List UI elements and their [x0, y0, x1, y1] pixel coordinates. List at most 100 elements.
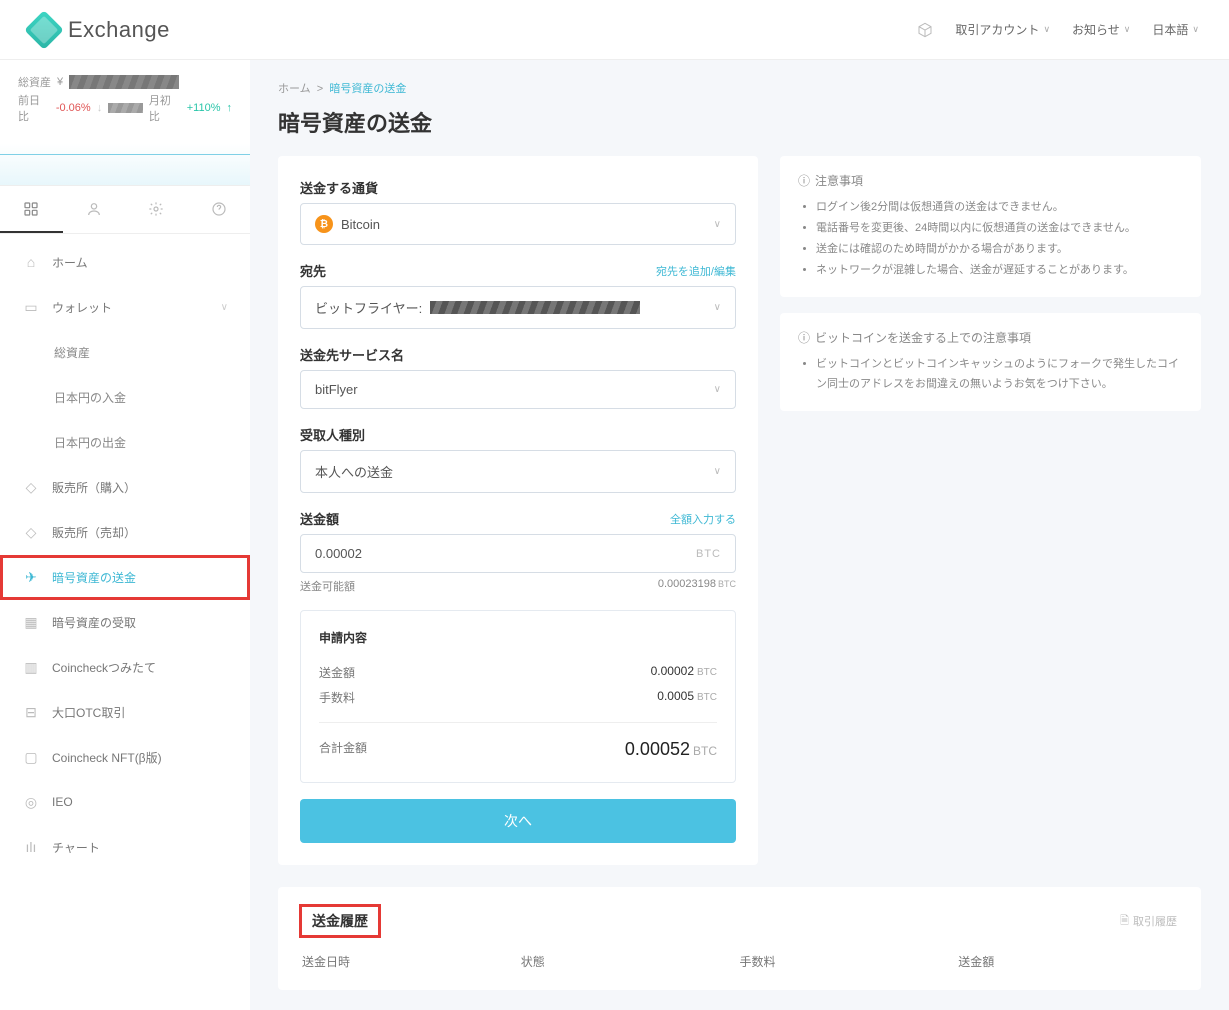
col-amount: 送金額 [958, 953, 1177, 970]
brand-name: Exchange [68, 17, 170, 43]
chevron-down-icon: ∨ [714, 219, 721, 230]
topbar-menu: 取引アカウント∨ お知らせ∨ 日本語∨ [917, 21, 1199, 38]
breadcrumb: ホーム > 暗号資産の送金 [278, 80, 1201, 96]
account-menu[interactable]: 取引アカウント∨ [955, 21, 1050, 38]
sidebar-tabs [0, 186, 250, 234]
chevron-down-icon: ∨ [714, 384, 721, 395]
balance-summary: 総資産 ¥ 前日比 -0.06% ↓ 月初比 +110% ↑ [0, 60, 250, 124]
service-select[interactable]: bitFlyer ∨ [300, 370, 736, 409]
chevron-down-icon: ∨ [1192, 24, 1199, 35]
nav-wallet[interactable]: ▭ウォレット∨ [0, 285, 250, 330]
service-value: bitFlyer [315, 382, 358, 397]
nav-buy[interactable]: ◇販売所（購入） [0, 465, 250, 510]
page-title: 暗号資産の送金 [278, 106, 1201, 138]
nav-wallet-deposit[interactable]: 日本円の入金 [0, 375, 250, 420]
summary-box: 申請内容 送金額 0.00002BTC 手数料 0.0005BTC 合計金額 0… [300, 610, 736, 783]
chevron-down-icon: ∨ [1124, 24, 1131, 35]
currency-label: 送金する通貨 [300, 178, 378, 197]
dest-edit-link[interactable]: 宛先を追加/編集 [656, 263, 736, 279]
chevron-down-icon: ∨ [714, 302, 721, 313]
nav-wallet-total[interactable]: 総資産 [0, 330, 250, 375]
recipient-label: 受取人種別 [300, 425, 365, 444]
history-title: 送金履歴 [302, 907, 378, 935]
notice-bitcoin: ⓘビットコインを送金する上での注意事項 ビットコインとビットコインキャッシュのよ… [780, 313, 1201, 412]
available-label: 送金可能額 [300, 578, 355, 594]
history-columns: 送金日時 状態 手数料 送金額 [302, 953, 1177, 970]
nav-otc[interactable]: ⊟大口OTC取引 [0, 690, 250, 735]
amount-value: 0.00002 [315, 546, 362, 561]
nav-sell[interactable]: ◇販売所（売却） [0, 510, 250, 555]
logo[interactable]: Exchange [30, 16, 170, 44]
main-content: ホーム > 暗号資産の送金 暗号資産の送金 送金する通貨 ₿ Bitcoin ∨ [250, 60, 1229, 1010]
field-destination: 宛先 宛先を追加/編集 ビットフライヤー: ∨ [300, 261, 736, 329]
balance-value-redacted [69, 75, 179, 89]
sidebar: 総資産 ¥ 前日比 -0.06% ↓ 月初比 +110% ↑ ⌂ホーム ▭ウ [0, 60, 250, 1010]
field-recipient: 受取人種別 本人への送金 ∨ [300, 425, 736, 493]
summary-amount-label: 送金額 [319, 664, 355, 681]
notice-list: ログイン後2分間は仮想通貨の送金はできません。 電話番号を変更後、24時間以内に… [798, 197, 1183, 281]
change-label: 前日比 [18, 92, 50, 124]
nav-ieo[interactable]: ◎IEO [0, 780, 250, 825]
breadcrumb-home[interactable]: ホーム [278, 83, 311, 95]
document-icon: 🗎 [1120, 912, 1129, 931]
field-currency: 送金する通貨 ₿ Bitcoin ∨ [300, 178, 736, 245]
balance-currency: ¥ [57, 76, 63, 88]
tab-settings[interactable] [125, 186, 188, 233]
nav-chart[interactable]: ılıチャート [0, 825, 250, 870]
amount-input[interactable]: 0.00002 BTC [300, 534, 736, 573]
sidebar-nav: ⌂ホーム ▭ウォレット∨ 総資産 日本円の入金 日本円の出金 ◇販売所（購入） … [0, 234, 250, 876]
dest-label: 宛先 [300, 261, 326, 280]
destination-select[interactable]: ビットフライヤー: ∨ [300, 286, 736, 329]
info-icon: ⓘ [798, 172, 810, 189]
amount-label: 送金額 [300, 509, 339, 528]
currency-select[interactable]: ₿ Bitcoin ∨ [300, 203, 736, 245]
dest-address-redacted [430, 301, 640, 314]
notice-menu[interactable]: お知らせ∨ [1072, 21, 1130, 38]
balance-sparkline [0, 126, 250, 186]
recipient-value: 本人への送金 [315, 462, 393, 481]
send-icon: ✈ [22, 569, 40, 586]
amount-max-link[interactable]: 全額入力する [670, 511, 736, 527]
chevron-down-icon: ∨ [221, 302, 228, 313]
summary-total-label: 合計金額 [319, 739, 367, 760]
dest-prefix: ビットフライヤー: [315, 298, 422, 317]
notices-column: ⓘ注意事項 ログイン後2分間は仮想通貨の送金はできません。 電話番号を変更後、2… [780, 156, 1201, 411]
breadcrumb-current: 暗号資産の送金 [329, 83, 406, 95]
tab-grid[interactable] [0, 186, 63, 233]
wallet-icon: ▭ [22, 299, 40, 316]
tab-help[interactable] [188, 186, 251, 233]
amount-unit: BTC [696, 548, 721, 560]
currency-value: Bitcoin [341, 217, 380, 232]
qr-icon: ▦ [22, 614, 40, 631]
cube-icon[interactable] [917, 22, 933, 38]
nav-home[interactable]: ⌂ホーム [0, 240, 250, 285]
available-value: 0.00023198 [658, 578, 716, 590]
nav-wallet-withdraw[interactable]: 日本円の出金 [0, 420, 250, 465]
logo-icon [24, 10, 64, 50]
nav-tsumitate[interactable]: ▥Coincheckつみたて [0, 645, 250, 690]
package-icon: ◇ [22, 524, 40, 541]
change-label2: 月初比 [149, 92, 181, 124]
device-icon: ▢ [22, 749, 40, 766]
bitcoin-icon: ₿ [315, 215, 333, 233]
truck-icon: ⊟ [22, 704, 40, 721]
bars-icon: ılı [22, 839, 40, 855]
summary-fee-label: 手数料 [319, 689, 355, 706]
summary-fee-value: 0.0005 [657, 689, 694, 703]
nav-receive[interactable]: ▦暗号資産の受取 [0, 600, 250, 645]
send-form: 送金する通貨 ₿ Bitcoin ∨ 宛先 宛先を追加/編集 ビットフライヤー: [278, 156, 758, 865]
language-menu[interactable]: 日本語∨ [1152, 21, 1199, 38]
notice-list: ビットコインとビットコインキャッシュのようにフォークで発生したコイン同士のアドレ… [798, 354, 1183, 396]
service-label: 送金先サービス名 [300, 345, 404, 364]
topbar: Exchange 取引アカウント∨ お知らせ∨ 日本語∨ [0, 0, 1229, 60]
next-button[interactable]: 次へ [300, 799, 736, 843]
summary-amount-value: 0.00002 [651, 664, 694, 678]
recipient-select[interactable]: 本人への送金 ∨ [300, 450, 736, 493]
history-link[interactable]: 🗎取引履歴 [1120, 912, 1177, 931]
col-date: 送金日時 [302, 953, 521, 970]
nav-nft[interactable]: ▢Coincheck NFT(β版) [0, 735, 250, 780]
history-card: 送金履歴 🗎取引履歴 送金日時 状態 手数料 送金額 [278, 887, 1201, 990]
nav-send[interactable]: ✈暗号資産の送金 [0, 555, 250, 600]
balance-label: 総資産 [18, 74, 51, 90]
tab-user[interactable] [63, 186, 126, 233]
